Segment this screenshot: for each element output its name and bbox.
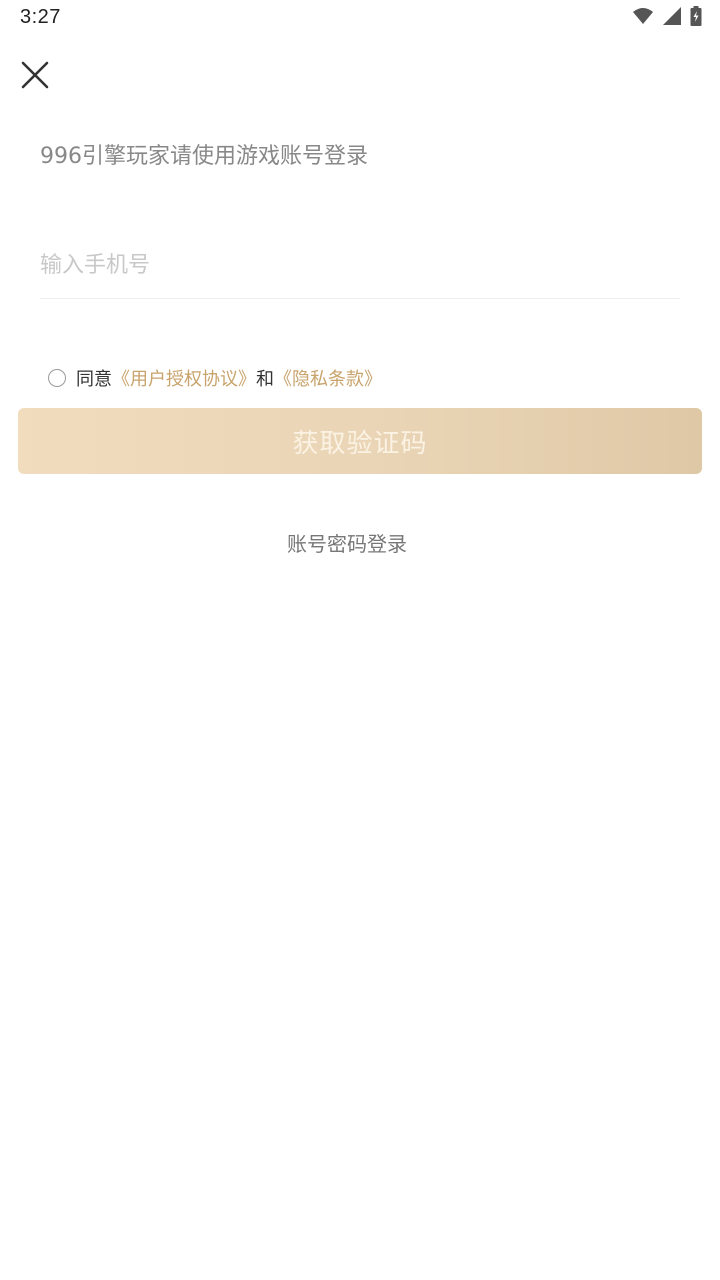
agreement-row: 同意 《用户授权协议》 和 《隐私条款》 xyxy=(48,366,382,390)
get-code-button[interactable]: 获取验证码 xyxy=(18,408,702,474)
password-login-link[interactable]: 账号密码登录 xyxy=(0,528,694,557)
close-icon xyxy=(21,61,49,89)
page-title: 996引擎玩家请使用游戏账号登录 xyxy=(40,144,368,169)
get-code-label: 获取验证码 xyxy=(292,428,428,459)
agreement-prefix: 同意 xyxy=(76,369,112,390)
agree-checkbox[interactable] xyxy=(48,369,66,387)
signal-icon xyxy=(662,6,682,26)
phone-field xyxy=(40,240,680,299)
close-button[interactable] xyxy=(14,54,56,96)
login-page: 3:27 996引擎玩家请使用游戏账号登录 输入手机号 同意 《用户授权协议》 … xyxy=(0,0,720,1280)
wifi-icon xyxy=(632,7,654,25)
agreement-conjunction: 和 xyxy=(256,369,274,390)
privacy-policy-link[interactable]: 《隐私条款》 xyxy=(274,365,382,391)
user-agreement-link[interactable]: 《用户授权协议》 xyxy=(112,365,256,391)
phone-input[interactable] xyxy=(40,240,680,290)
status-time: 3:27 xyxy=(20,6,61,28)
status-icons xyxy=(632,6,702,26)
battery-charging-icon xyxy=(690,6,702,26)
status-bar: 3:27 xyxy=(0,0,720,36)
